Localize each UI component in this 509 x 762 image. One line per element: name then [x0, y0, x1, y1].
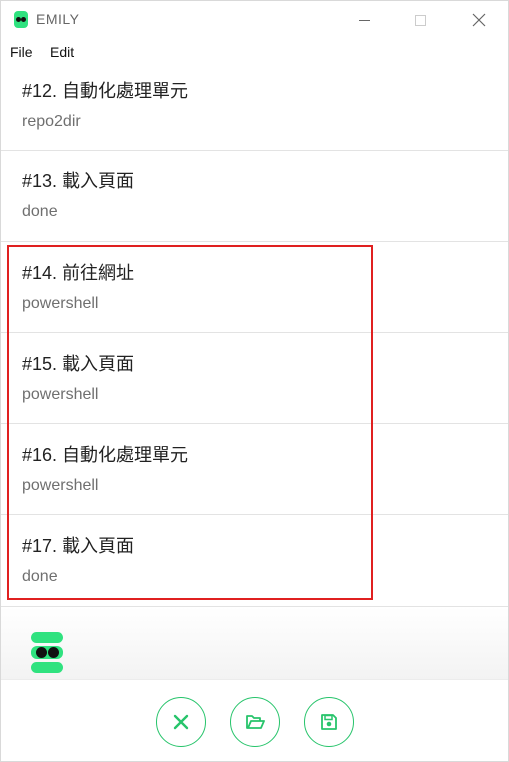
step-title: #13. 載入頁面 — [22, 171, 135, 191]
close-window-button[interactable] — [456, 1, 502, 39]
step-title: #16. 自動化處理單元 — [22, 445, 189, 465]
step-subtitle: powershell — [22, 295, 99, 312]
list-item[interactable]: #17. 載入頁面 done — [1, 515, 508, 607]
step-subtitle: done — [22, 568, 58, 585]
list-item[interactable]: #13. 載入頁面 done — [1, 151, 508, 242]
mascot-icon — [31, 632, 63, 673]
list-item[interactable]: #15. 載入頁面 powershell — [1, 333, 508, 424]
list-item[interactable]: #14. 前往網址 powershell — [1, 242, 508, 333]
minimize-button[interactable] — [341, 1, 387, 39]
step-subtitle: powershell — [22, 477, 99, 494]
close-icon — [173, 714, 189, 730]
step-subtitle: done — [22, 203, 58, 220]
step-subtitle: repo2dir — [22, 113, 81, 130]
step-title: #14. 前往網址 — [22, 263, 135, 283]
list-item[interactable]: #16. 自動化處理單元 powershell — [1, 424, 508, 515]
step-title: #17. 載入頁面 — [22, 536, 135, 556]
open-folder-button[interactable] — [230, 697, 280, 747]
save-button[interactable] — [304, 697, 354, 747]
action-bar — [1, 679, 508, 761]
step-subtitle: powershell — [22, 386, 99, 403]
maximize-button[interactable] — [397, 1, 443, 39]
menu-edit[interactable]: Edit — [50, 44, 74, 60]
cancel-button[interactable] — [156, 697, 206, 747]
close-icon — [472, 13, 486, 27]
footer-area — [1, 607, 508, 679]
save-icon — [321, 714, 337, 730]
maximize-icon — [414, 14, 426, 26]
title-bar: EMILY — [1, 1, 508, 39]
step-title: #12. 自動化處理單元 — [22, 81, 189, 101]
app-window: EMILY File Edit #12. 自動化處理單元 repo2dir #1… — [0, 0, 509, 762]
folder-open-icon — [246, 715, 265, 729]
list-item[interactable]: #12. 自動化處理單元 repo2dir — [1, 61, 508, 151]
minimize-icon — [358, 19, 370, 21]
app-logo-icon — [14, 11, 28, 28]
menu-file[interactable]: File — [10, 44, 33, 60]
window-title: EMILY — [36, 11, 80, 27]
step-title: #15. 載入頁面 — [22, 354, 135, 374]
